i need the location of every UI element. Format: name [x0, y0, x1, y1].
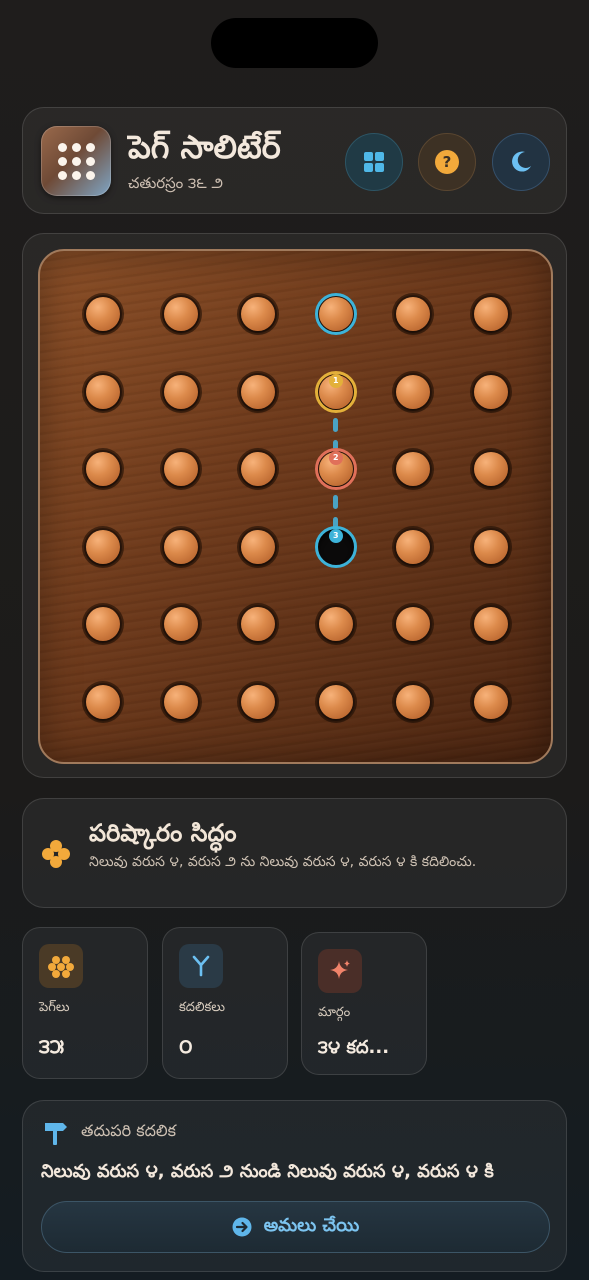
peg[interactable]: [163, 685, 198, 719]
peg[interactable]: [474, 685, 508, 719]
layout-grid-button[interactable]: [345, 133, 403, 191]
peg[interactable]: [474, 529, 508, 564]
peg[interactable]: [86, 374, 120, 409]
move-path-segment: [333, 495, 339, 510]
step-number-badge: 2: [328, 451, 343, 466]
arrow-right-circle-icon: [232, 1217, 252, 1237]
peg[interactable]: [86, 297, 120, 331]
apply-move-button[interactable]: అమలు చేయి: [41, 1201, 550, 1253]
peg[interactable]: [86, 452, 120, 487]
peg[interactable]: [86, 529, 120, 564]
peg[interactable]: [474, 452, 508, 487]
signpost-icon: [45, 1123, 67, 1145]
peg[interactable]: [163, 452, 198, 487]
peg[interactable]: [241, 374, 276, 409]
svg-text:?: ?: [443, 153, 452, 171]
peg[interactable]: [163, 607, 198, 642]
status-card: పరిష్కారం సిద్ధం నిలువు వరుస ౪, వరుస ౨ న…: [22, 798, 567, 908]
theme-toggle-button[interactable]: [492, 133, 550, 191]
app-logo-icon: [41, 126, 111, 196]
step-number-badge: 3: [328, 528, 343, 543]
status-title: పరిష్కారం సిద్ధం: [89, 819, 237, 847]
branch-icon: [179, 944, 223, 988]
stat-value: ౩౪ కద...: [318, 1037, 390, 1058]
step-number-badge: 1: [328, 373, 343, 388]
grid-icon: [364, 152, 384, 172]
status-description: నిలువు వరుస ౪, వరుస ౨ ను నిలువు వరుస ౪, …: [89, 854, 477, 870]
stat-label: పెగ్‌లు: [39, 1000, 70, 1015]
flower-icon: [42, 840, 70, 868]
peg[interactable]: [163, 297, 198, 331]
pegs-icon: [39, 944, 83, 988]
stat-label: మార్గం: [318, 1005, 351, 1020]
device-notch: [211, 18, 378, 68]
peg[interactable]: [241, 297, 276, 331]
next-move-heading: తదుపరి కదలిక: [81, 1121, 176, 1140]
stat-label: కదలికలు: [179, 1000, 225, 1015]
stat-route: మార్గం ౩౪ కద...: [301, 932, 427, 1075]
peg[interactable]: [474, 297, 508, 331]
apply-button-label: అమలు చేయి: [263, 1214, 360, 1236]
peg[interactable]: [163, 374, 198, 409]
highlight-ring: [314, 293, 357, 335]
help-button[interactable]: ?: [418, 133, 476, 191]
board-variant-subtitle: చతురస్రం ౩౬ ౨: [128, 174, 224, 192]
peg[interactable]: [241, 529, 276, 564]
peg[interactable]: [396, 529, 431, 564]
header-card: పెగ్ సాలిటేర్ చతురస్రం ౩౬ ౨ ?: [22, 107, 567, 214]
stat-value: ౦: [179, 1034, 193, 1058]
stat-moves: కదలికలు ౦: [162, 927, 288, 1079]
peg[interactable]: [163, 529, 198, 564]
peg-board[interactable]: 1 2 3: [38, 249, 553, 764]
peg[interactable]: [474, 374, 508, 409]
peg[interactable]: [318, 607, 353, 642]
peg[interactable]: [318, 685, 353, 719]
question-icon: ?: [435, 150, 459, 174]
next-move-text: నిలువు వరుస ౪, వరుస ౨ నుండి నిలువు వరుస …: [41, 1161, 494, 1182]
peg[interactable]: [396, 374, 431, 409]
board-card: 1 2 3: [22, 233, 567, 778]
stat-pegs: పెగ్‌లు ౩౫: [22, 927, 148, 1079]
peg[interactable]: [241, 685, 276, 719]
sparkle-icon: [318, 949, 362, 993]
peg[interactable]: [86, 685, 120, 719]
moon-icon: [512, 151, 531, 172]
move-path-segment: [333, 417, 339, 432]
next-move-card: తదుపరి కదలిక నిలువు వరుస ౪, వరుస ౨ నుండి…: [22, 1100, 567, 1272]
page-title: పెగ్ సాలిటేర్: [128, 128, 281, 166]
stat-value: ౩౫: [39, 1034, 65, 1058]
